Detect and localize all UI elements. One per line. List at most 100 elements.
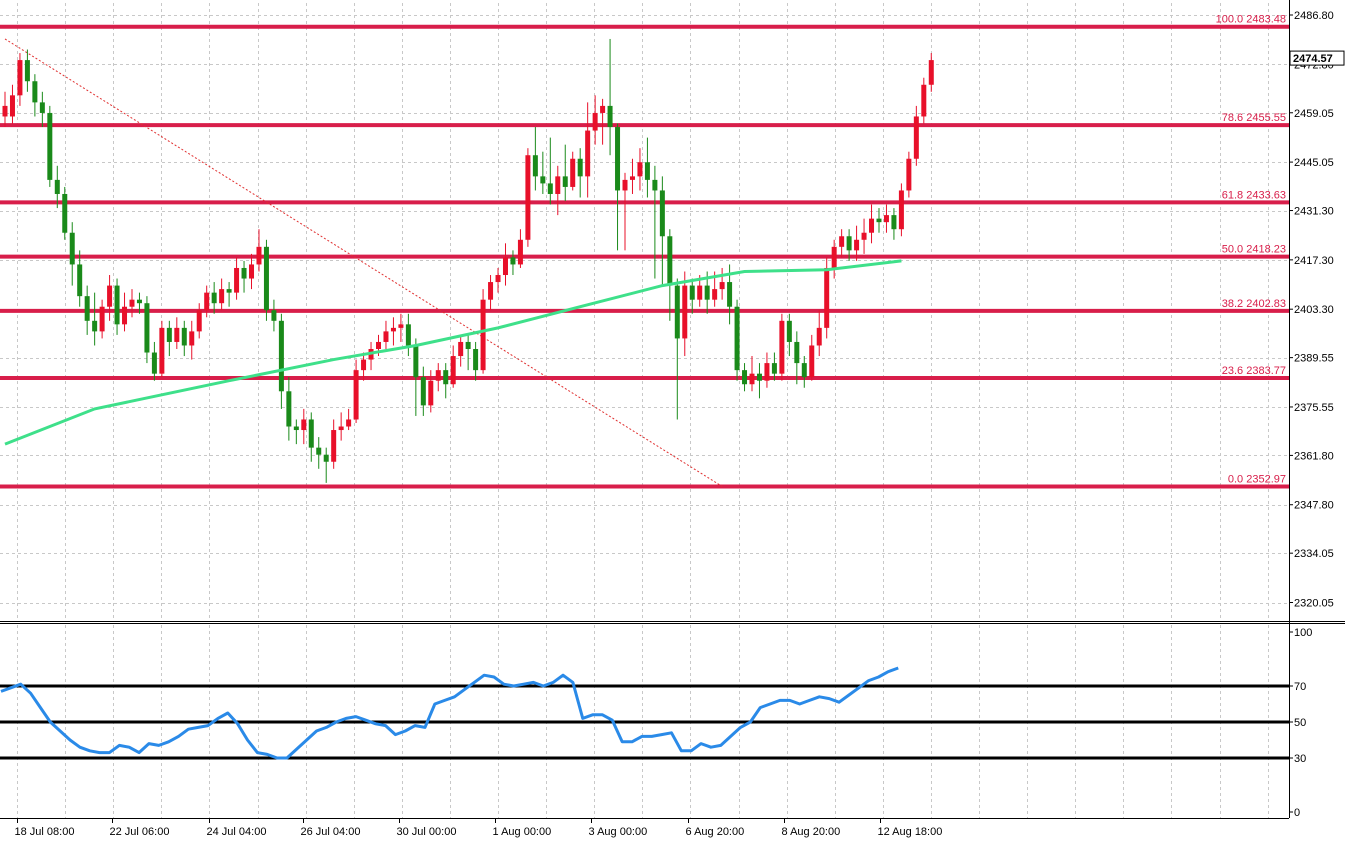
- candle-body: [443, 370, 449, 385]
- candle-body: [301, 419, 307, 431]
- price-axis: 2486.802472.802459.052445.052431.302417.…: [1289, 10, 1345, 610]
- candle: [861, 218, 867, 254]
- time-tick-label: 30 Jul 00:00: [397, 826, 457, 838]
- candle-body: [458, 341, 464, 357]
- candle: [749, 356, 755, 392]
- candle-body: [136, 299, 142, 304]
- fibonacci-levels: 100.0 2483.48 78.6 2455.55 61.8 2433.63 50.…: [0, 14, 1289, 489]
- time-tick-label: 3 Aug 00:00: [589, 826, 648, 838]
- price-tick-label: 2403.30: [1294, 304, 1334, 316]
- candle: [256, 229, 262, 272]
- candle: [465, 334, 471, 371]
- time-tick-label: 1 Aug 00:00: [493, 826, 552, 838]
- candle-body: [211, 292, 217, 304]
- candle: [756, 363, 762, 399]
- candle: [570, 151, 576, 191]
- candle-body: [682, 285, 688, 339]
- candle-body: [77, 264, 83, 297]
- candle: [122, 292, 128, 332]
- candle-body: [331, 430, 337, 462]
- candle: [17, 53, 23, 106]
- candle-body: [495, 275, 501, 283]
- candle-body: [816, 327, 822, 346]
- candle: [577, 148, 583, 198]
- candle: [234, 257, 240, 300]
- candle: [734, 299, 740, 381]
- candle-body: [667, 236, 673, 286]
- candle: [166, 320, 172, 357]
- candle-body: [450, 356, 456, 385]
- candle-body: [652, 179, 658, 191]
- candle: [129, 289, 135, 318]
- candle: [390, 317, 396, 346]
- candle-body: [353, 370, 359, 420]
- candle-body: [226, 289, 232, 293]
- candle-body: [47, 112, 53, 180]
- candle-body: [727, 282, 733, 307]
- candle: [196, 303, 202, 339]
- candle: [47, 105, 53, 187]
- candle: [839, 229, 845, 258]
- candle: [114, 278, 120, 335]
- price-tick-label: 2375.55: [1294, 402, 1334, 414]
- price-tick-label: 2431.30: [1294, 206, 1334, 218]
- candle-body: [144, 303, 150, 353]
- candle-body: [869, 218, 875, 233]
- rsi-tick-label: 70: [1294, 681, 1306, 693]
- candle: [77, 250, 83, 307]
- rsi-tick-label: 100: [1294, 627, 1312, 639]
- candle: [592, 95, 598, 145]
- candle: [600, 98, 606, 145]
- trend-line: [4, 38, 723, 487]
- fib-level-label: 78.6 2455.55: [1222, 112, 1286, 124]
- candle-body: [2, 105, 8, 117]
- candle-body: [570, 158, 576, 187]
- candle-body: [174, 327, 180, 342]
- candle-body: [166, 327, 172, 342]
- time-tick-label: 18 Jul 08:00: [15, 826, 75, 838]
- candle-body: [92, 320, 98, 332]
- candle-body: [256, 246, 262, 265]
- candle-body: [488, 282, 494, 300]
- candle-body: [69, 232, 75, 265]
- candle-body: [510, 257, 516, 265]
- price-tick-label: 2486.80: [1294, 10, 1334, 22]
- candle: [644, 137, 650, 198]
- candle: [742, 363, 748, 392]
- candle-body: [84, 296, 90, 321]
- candle-body: [846, 236, 852, 251]
- candle-body: [278, 320, 284, 392]
- candle-body: [734, 306, 740, 371]
- candle: [181, 320, 187, 357]
- fib-level-label: 38.2 2402.83: [1222, 298, 1286, 310]
- time-tick-label: 24 Jul 04:00: [207, 826, 267, 838]
- candle-body: [629, 176, 635, 180]
- price-tick-label: 2334.05: [1294, 548, 1334, 560]
- time-tick-label: 22 Jul 06:00: [110, 826, 170, 838]
- candle-body: [771, 363, 777, 374]
- candle: [219, 278, 225, 311]
- candle: [883, 204, 889, 233]
- candle-body: [428, 380, 434, 406]
- rsi-tick-label: 50: [1294, 717, 1306, 729]
- candle-body: [241, 267, 247, 279]
- candle: [547, 137, 553, 205]
- candle-body: [99, 306, 105, 332]
- candle: [488, 275, 494, 311]
- candle-body: [756, 373, 762, 381]
- candle-body: [547, 183, 553, 194]
- candle: [338, 412, 344, 441]
- candle-body: [577, 158, 583, 177]
- candle: [24, 49, 30, 92]
- candle: [241, 260, 247, 293]
- candle: [682, 271, 688, 357]
- candle: [226, 282, 232, 307]
- candle-body: [249, 264, 255, 279]
- candle-body: [525, 155, 531, 240]
- candle-body: [129, 299, 135, 307]
- candle-body: [293, 426, 299, 431]
- candle-body: [562, 176, 568, 187]
- candle: [84, 285, 90, 335]
- candle: [615, 123, 621, 251]
- candle: [607, 38, 613, 156]
